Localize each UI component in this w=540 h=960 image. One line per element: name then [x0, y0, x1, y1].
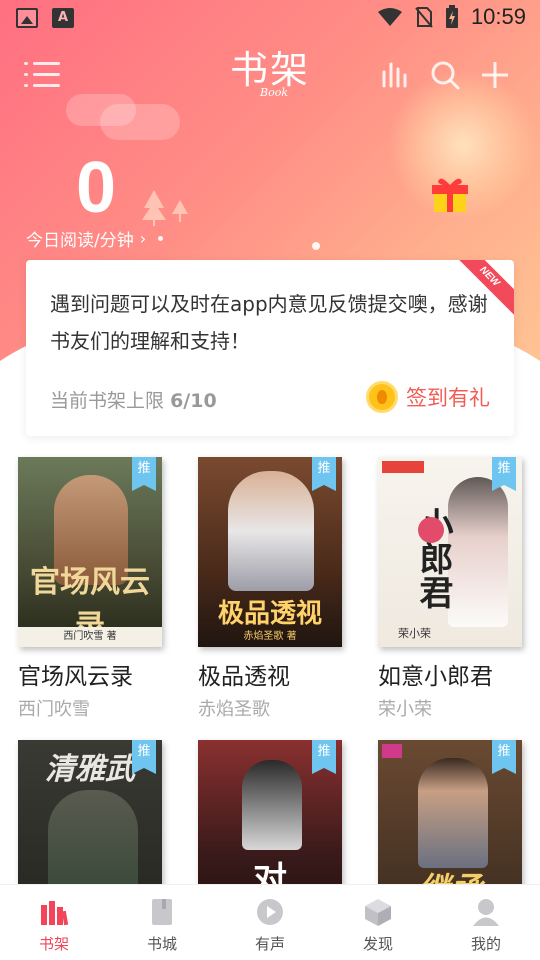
signin-label: 签到有礼 — [406, 386, 490, 410]
recommend-badge: 推 — [312, 457, 336, 491]
page-title: 书架 Book — [220, 48, 320, 99]
page-title-subtitle: Book — [260, 86, 288, 99]
nav-discover[interactable]: 发现 — [324, 885, 432, 960]
status-bar: A 10:59 — [0, 0, 540, 36]
publisher-logo — [382, 461, 424, 473]
gallery-notification-icon — [16, 8, 38, 28]
add-icon[interactable] — [480, 60, 510, 90]
cover-figure — [228, 471, 314, 591]
book-cover[interactable]: 官场风云录 西门吹雪 著 推 — [18, 457, 162, 647]
no-sim-icon — [415, 7, 433, 28]
nav-label: 书城 — [146, 935, 177, 953]
menu-icon[interactable] — [24, 62, 60, 88]
book-title: 极品透视 — [198, 664, 290, 690]
cloud-decoration — [100, 104, 180, 140]
book-item[interactable]: 官场风云录 西门吹雪 著 推 官场风云录 西门吹雪 — [18, 457, 162, 721]
notice-card[interactable]: 遇到问题可以及时在app内意见反馈提交噢，感谢书友们的理解和支持！ NEW 当前… — [26, 260, 514, 436]
reading-minutes[interactable]: 0 — [60, 150, 132, 226]
shelf-limit-label: 当前书架上限 — [50, 390, 165, 412]
book-cover[interactable]: 小郎君 荣小荣 推 — [378, 457, 522, 647]
cover-author: 荣小荣 — [398, 627, 431, 640]
book-author: 赤焰圣歌 — [198, 699, 270, 720]
cover-author: 西门吹雪 著 — [18, 627, 162, 647]
gift-icon[interactable] — [430, 174, 470, 214]
chevron-right-icon: › — [139, 229, 147, 248]
nav-bookshelf[interactable]: 书架 — [0, 885, 108, 960]
tree-decoration — [142, 190, 188, 226]
nav-label: 发现 — [362, 935, 393, 953]
recommend-badge: 推 — [132, 740, 156, 774]
dot-decoration — [312, 242, 320, 250]
shelf-limit: 当前书架上限 6/10 — [50, 386, 217, 413]
book-item[interactable]: 小郎君 荣小荣 推 如意小郎君 荣小荣 — [378, 457, 522, 721]
recommend-badge: 推 — [132, 457, 156, 491]
reading-minutes-link[interactable]: 今日阅读/分钟 › — [26, 226, 146, 251]
signin-button[interactable]: 签到有礼 — [366, 381, 490, 413]
notice-text: 遇到问题可以及时在app内意见反馈提交噢，感谢书友们的理解和支持！ — [50, 292, 488, 353]
book-author: 西门吹雪 — [18, 699, 90, 720]
recommend-badge: 推 — [312, 740, 336, 774]
battery-charging-icon — [445, 5, 458, 28]
seal-stamp — [418, 517, 444, 543]
book-store-icon — [147, 897, 177, 927]
cover-figure — [418, 758, 488, 868]
app-notification-icon: A — [52, 8, 74, 28]
profile-icon — [471, 897, 501, 927]
nav-bookstore[interactable]: 书城 — [108, 885, 216, 960]
cover-figure — [48, 790, 138, 890]
book-cover[interactable]: 极品透视 赤焰圣歌 著 推 — [198, 457, 342, 647]
book-item[interactable]: 极品透视 赤焰圣歌 著 推 极品透视 赤焰圣歌 — [198, 457, 342, 721]
discover-cube-icon — [363, 897, 393, 927]
dot-decoration — [158, 236, 163, 241]
search-icon[interactable] — [430, 60, 460, 90]
recommend-badge: 推 — [492, 457, 516, 491]
wifi-icon — [377, 8, 402, 26]
coin-icon — [366, 381, 398, 413]
book-title: 官场风云录 — [18, 664, 133, 690]
cover-title: 极品透视 — [217, 599, 322, 629]
ranking-bars-icon[interactable] — [380, 60, 410, 90]
book-author: 荣小荣 — [378, 699, 432, 720]
cover-figure — [242, 760, 302, 850]
shelf-limit-value: 6/10 — [170, 390, 217, 412]
bookshelf-icon — [39, 897, 69, 927]
nav-audio[interactable]: 有声 — [216, 885, 324, 960]
bottom-navigation: 书架 书城 有声 发现 我的 — [0, 884, 540, 960]
reading-minutes-label: 今日阅读/分钟 — [26, 231, 134, 251]
cover-title: 小郎君 — [413, 507, 453, 609]
nav-label: 书架 — [38, 935, 69, 953]
cover-author: 赤焰圣歌 著 — [243, 631, 297, 642]
publisher-logo — [382, 744, 402, 758]
clock: 10:59 — [470, 4, 526, 29]
book-title: 如意小郎君 — [378, 664, 493, 690]
recommend-badge: 推 — [492, 740, 516, 774]
nav-profile[interactable]: 我的 — [432, 885, 540, 960]
nav-label: 有声 — [254, 935, 285, 953]
nav-label: 我的 — [470, 935, 501, 953]
audio-play-icon — [255, 897, 285, 927]
